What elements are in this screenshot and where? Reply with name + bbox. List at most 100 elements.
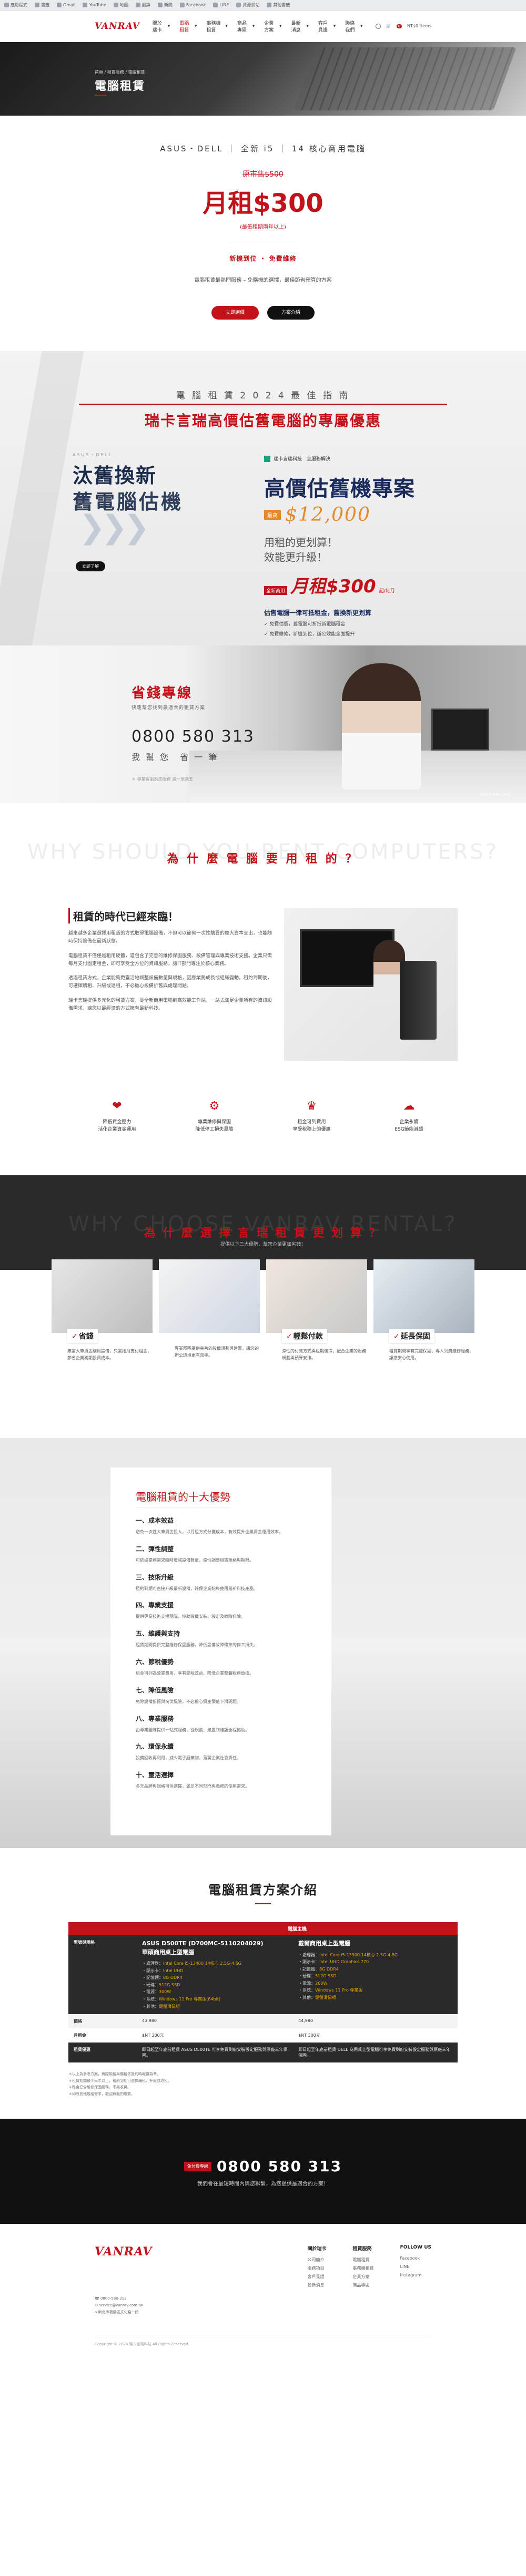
footer-link[interactable]: 最新消息 (308, 2281, 327, 2290)
table-header: 電腦主機 (137, 1922, 458, 1935)
spec-value: Intel Core i5-13400 14核心 2.5G-4.6G (163, 1961, 241, 1966)
cta-subtitle: 我們會在最短時間內與您聯繫，為您提供最適合的方案！ (197, 2181, 329, 2187)
footer-link[interactable]: 公司簡介 (308, 2256, 327, 2264)
advantage-desc: 設備回收再利用，減少電子廢棄物，落實企業社會責任。 (136, 1756, 241, 1761)
bookmark-icon (113, 3, 118, 7)
footer-link[interactable]: 商品專區 (353, 2281, 374, 2290)
nav-item[interactable]: 電腦租賃 ▾ (179, 19, 197, 33)
footer-link[interactable]: LINE (400, 2263, 431, 2271)
promo-headline: 瑞卡言瑞高價估舊電腦的專屬優惠 (79, 404, 447, 430)
chevron-down-icon: ▾ (360, 23, 363, 29)
reason-desc: 無需大筆資金購買設備，只需按月支付租金，節省企業初期投資成本。 (67, 1349, 151, 1360)
why-rent-section: WHY SHOULD YOU RENT COMPUTERS? 為 什 麼 電 腦… (0, 803, 526, 1154)
benefit-item: ☁ 企業永續 ESG節能減碳 (375, 1097, 443, 1133)
footer-link[interactable]: 事務機租賃 (353, 2264, 374, 2273)
contact-info: ☎ 0800-580-313 ✉ service@vanrav.com.tw ⌂ 新… (95, 2295, 152, 2316)
advantage-item: 九、環保永續 設備回收再利用，減少電子廢棄物，落實企業社會責任。 (136, 1742, 306, 1762)
footer-link[interactable]: 服務項目 (308, 2264, 327, 2273)
promo-line: ✓ 免費估價，舊電腦可折抵新電腦租金 (264, 622, 346, 627)
nav-item[interactable]: 商品專區 ▾ (237, 19, 255, 33)
footer-link[interactable]: Facebook (400, 2254, 431, 2263)
promo-kicker: 電 腦 租 賃 2 0 2 4 最 佳 指 南 (176, 391, 350, 401)
nav-item[interactable]: 關於瑞卡 ▾ (153, 19, 170, 33)
footer-link[interactable]: 企業方案 (353, 2273, 374, 2281)
footer-link[interactable]: 客戶見證 (308, 2273, 327, 2281)
nav-item[interactable]: 企業方案 ▾ (264, 19, 281, 33)
nav-item[interactable]: 客戶見證 ▾ (318, 19, 336, 33)
header-tools: 🛒 0 NT$0 Items (375, 23, 431, 29)
promo-line: ✓ 免費維修，新機到位，辦公效能全面提升 (264, 632, 355, 637)
bookmark-item[interactable]: 其他書籤 (267, 2, 290, 8)
bookmark-item[interactable]: 新聞 (157, 2, 173, 8)
advantage-title: 十、靈活選擇 (136, 1771, 174, 1779)
site-footer: VANRAV ☎ 0800-580-313 ✉ service@vanrav.co… (0, 2223, 526, 2358)
table-row: 租賃優惠 即日起至年底前租賃 ASUS D500TE 可享免費到府安裝設定服務與… (68, 2043, 458, 2063)
bookmark-item[interactable]: YouTube (83, 3, 106, 7)
cta-phone-number[interactable]: 0800 580 313 (217, 2158, 342, 2175)
trade-in-amount: $12,000 (285, 504, 371, 526)
bookmark-item[interactable]: 翻譯 (135, 2, 150, 8)
chevron-down-icon: ▾ (306, 23, 309, 29)
spec-value: 512G SSD (315, 1974, 337, 1979)
spec-row: ・顯示卡：Intel UHD Graphics 770 (298, 1959, 369, 1965)
main-nav: 關於瑞卡 ▾ 電腦租賃 ▾ 事務機租賃 ▾ 商品專區 ▾ 企業方案 ▾ 最新消息 ▾ 客戶見證 ▾ 聯絡我們… (153, 19, 363, 33)
toll-free-tag: 免付費專線 (184, 2161, 211, 2171)
contact-line: ⌂ 新北市板橋區文化路一段 (95, 2310, 139, 2315)
bookmark-item[interactable]: 應用程式 (4, 2, 27, 8)
spec-value: 512G SSD (159, 1982, 180, 1987)
nav-item[interactable]: 聯絡我們 ▾ (345, 19, 362, 33)
question-1: 用租的更划算！ (264, 536, 338, 549)
bookmark-item[interactable]: LINE (213, 3, 229, 7)
inquiry-button[interactable]: 立即詢價 (211, 306, 259, 320)
spec-row: ・記憶體：8G DDR4 (298, 1966, 339, 1972)
pricing-subtitle: 電腦租賃最熱門服務 – 免購機的選擇，最佳節省預算的方案 (194, 278, 332, 283)
cart-total[interactable]: NT$0 Items (407, 24, 431, 28)
nav-item[interactable]: 事務機租賃 ▾ (207, 19, 228, 33)
footer-column: 關於瑞卡公司簡介 服務項目 客戶見證 最新消息 (308, 2245, 327, 2316)
reason-image (159, 1259, 260, 1333)
chevron-down-icon: ▾ (333, 23, 336, 29)
plan-intro-button[interactable]: 方案介紹 (267, 306, 315, 320)
breadcrumb[interactable]: 首頁 / 租賃服務 / 電腦租賃 (95, 69, 145, 75)
chevron-down-icon: ▾ (225, 23, 228, 29)
bookmark-item[interactable]: 地圖 (113, 2, 128, 8)
reason-desc: 專業團隊提供完善的設備規劃與建置，讓您的辦公環境更有效率。 (175, 1346, 259, 1358)
learn-more-button[interactable]: 立即了解 (76, 561, 105, 571)
hotline-section: 省錢專線 快速幫您找到最適合的租賃方案 0800 580 313 我 幫 您 省 … (0, 645, 526, 803)
reason-cards: 省錢無需大筆資金購買設備，只需按月支付租金，節省企業初期投資成本。專業團隊提供完… (52, 1259, 474, 1362)
advantage-title: 二、彈性調整 (136, 1545, 174, 1553)
advantage-item: 六、節稅優勢 租金可列為營業費用，享有節稅效益，降低企業整體稅務負擔。 (136, 1657, 306, 1677)
footer-logo[interactable]: VANRAV (95, 2245, 152, 2259)
spec-value: 8G DDR4 (163, 1975, 183, 1980)
bookmark-icon (83, 3, 88, 7)
hotline-footnote: ＊ 專業客服為您服務 週一至週五 (132, 777, 194, 782)
chevron-down-icon: ▾ (252, 23, 255, 29)
advantage-item: 三、技術升級 租約到期可直接升級最新設備，確保企業始終使用最新科技產品。 (136, 1573, 306, 1593)
bookmark-item[interactable]: 資源網站 (236, 2, 259, 8)
bookmark-icon (157, 3, 163, 7)
bookmark-icon (135, 3, 140, 7)
bookmark-item[interactable]: 書籤 (35, 2, 49, 8)
reason-image (373, 1259, 474, 1333)
footer-column-title: 關於瑞卡 (307, 2246, 327, 2252)
benefit-item: ❤ 降低資金壓力 活化企業資金運用 (83, 1097, 151, 1133)
bookmark-item[interactable]: Facebook (179, 3, 206, 7)
max-tag: 最高 (264, 510, 281, 520)
hotline-number[interactable]: 0800 580 313 (132, 727, 255, 746)
advantage-desc: 租金可列為營業費用，享有節稅效益，降低企業整體稅務負擔。 (136, 1670, 254, 1676)
spec-value: Intel Core i5-13500 14核心 2.5G-4.8G (319, 1952, 398, 1957)
cart-icon[interactable]: 🛒 (386, 24, 391, 28)
benefit-item: ⚙ 專業維修與保固 降低停工損失風險 (180, 1097, 249, 1133)
footer-link[interactable]: Instagram (400, 2271, 431, 2280)
spec-row: ・記憶體：8G DDR4 (142, 1975, 183, 1980)
search-icon[interactable] (375, 23, 381, 29)
bookmark-item[interactable]: Gmail (57, 3, 75, 7)
advantage-title: 五、維護與支持 (136, 1630, 180, 1638)
copyright: Copyright © 2024 瑞卡言瑞科技 All Rights Reser… (95, 2337, 431, 2347)
product-name: 華碩商用桌上型電腦 (142, 1948, 194, 1956)
nav-item[interactable]: 最新消息 ▾ (291, 19, 309, 33)
reason-desc: 彈性的付款方式與租期選擇，配合企業的財務規劃與預算安排。 (282, 1349, 366, 1360)
footer-link[interactable]: 電腦租賃 (353, 2256, 374, 2264)
site-logo[interactable]: VANRAV (95, 21, 140, 32)
rental-price: 月租$300 (203, 189, 323, 218)
